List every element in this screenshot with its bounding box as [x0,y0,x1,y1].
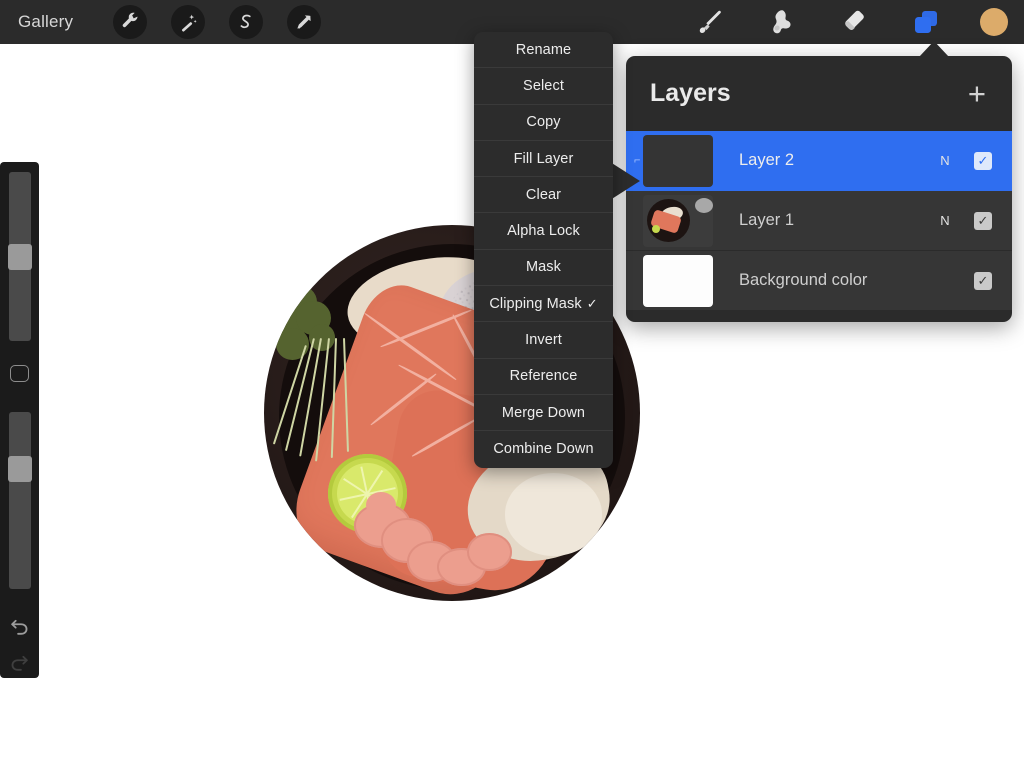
layer-name: Layer 2 [739,151,795,169]
brush-size-thumb[interactable] [7,244,32,270]
left-sidebar [0,162,39,678]
context-menu-item-select[interactable]: Select [474,68,613,105]
smudge-icon[interactable] [764,5,800,39]
context-menu-label: Fill Layer [513,150,574,167]
layers-panel-header: Layers + [626,56,1012,131]
procreate-app: Gallery Layers + ⌐ Layer 2 N ✓ Layer 1 N… [0,0,1024,768]
layer-visibility-checkbox[interactable]: ✓ [974,211,992,230]
layer-context-menu: Rename Select Copy Fill Layer Clear Alph… [474,32,613,468]
context-menu-item-copy[interactable]: Copy [474,105,613,141]
context-menu-item-clipping-mask[interactable]: Clipping Mask ✓ [474,286,613,323]
layer-name: Background color [739,271,868,289]
layers-panel: Layers + ⌐ Layer 2 N ✓ Layer 1 N ✓ Backg [626,56,1012,322]
thumbnail-circle [695,197,713,213]
layer-thumbnail[interactable] [643,194,713,247]
opacity-thumb[interactable] [7,456,32,483]
layers-panel-title: Layers [650,79,731,107]
add-layer-button[interactable]: + [968,78,986,109]
context-menu-label: Clear [525,186,562,203]
context-menu-item-merge-down[interactable]: Merge Down [474,395,613,432]
context-menu-label: Alpha Lock [507,223,580,240]
context-menu-item-alpha-lock[interactable]: Alpha Lock [474,213,613,250]
rice-bottom-highlight [504,473,603,556]
eraser-icon[interactable] [836,5,872,39]
checkmark-icon: ✓ [586,295,598,311]
layer-thumbnail[interactable] [643,254,713,307]
layer-blend-mode[interactable]: N [936,153,954,168]
context-menu-item-reference[interactable]: Reference [474,359,613,395]
wrench-icon[interactable] [113,5,148,39]
left-tool-group [113,5,322,39]
undo-icon[interactable] [3,611,37,642]
context-menu-item-mask[interactable]: Mask [474,250,613,287]
color-swatch[interactable] [980,8,1008,36]
layer-thumbnail[interactable] [643,134,713,187]
layer-row[interactable]: Layer 1 N ✓ [626,191,1012,251]
context-menu-item-combine-down[interactable]: Combine Down [474,431,613,467]
context-menu-label: Reference [509,368,578,385]
context-menu-item-fill-layer[interactable]: Fill Layer [474,141,613,178]
context-menu-label: Clipping Mask [489,295,582,312]
modify-button[interactable] [10,365,29,383]
layer-visibility-checkbox[interactable]: ✓ [974,151,992,170]
brush-size-slider[interactable] [7,172,32,342]
context-menu-item-invert[interactable]: Invert [474,322,613,359]
layer-row[interactable]: ⌐ Layer 2 N ✓ [626,131,1012,191]
context-menu-item-rename[interactable]: Rename [474,32,613,69]
opacity-slider[interactable] [7,412,32,589]
context-menu-label: Combine Down [493,441,594,458]
context-menu-label: Merge Down [501,404,586,421]
shrimp-tail [365,491,396,519]
context-menu-item-clear[interactable]: Clear [474,177,613,214]
context-menu-label: Rename [515,41,572,58]
selection-icon[interactable] [229,5,264,39]
right-tool-group [692,5,1008,39]
paintbrush-icon[interactable] [692,5,728,39]
layer-blend-mode[interactable]: N [936,213,954,228]
layer-name: Layer 1 [739,211,795,229]
context-menu-label: Select [523,77,564,94]
context-menu-label: Invert [525,332,562,349]
context-menu-label: Copy [526,114,561,131]
shrimp-piece [467,533,513,571]
layers-panel-notch [919,41,949,57]
redo-icon[interactable] [3,647,37,678]
magic-wand-icon[interactable] [171,5,206,39]
context-menu-label: Mask [525,259,562,276]
transform-arrow-icon[interactable] [287,5,322,39]
layers-icon[interactable] [908,5,944,39]
layer-visibility-checkbox[interactable]: ✓ [974,271,992,290]
layer-row[interactable]: Background color ✓ [626,251,1012,311]
thumbnail-lime [652,224,660,233]
gallery-button[interactable]: Gallery [18,12,73,32]
